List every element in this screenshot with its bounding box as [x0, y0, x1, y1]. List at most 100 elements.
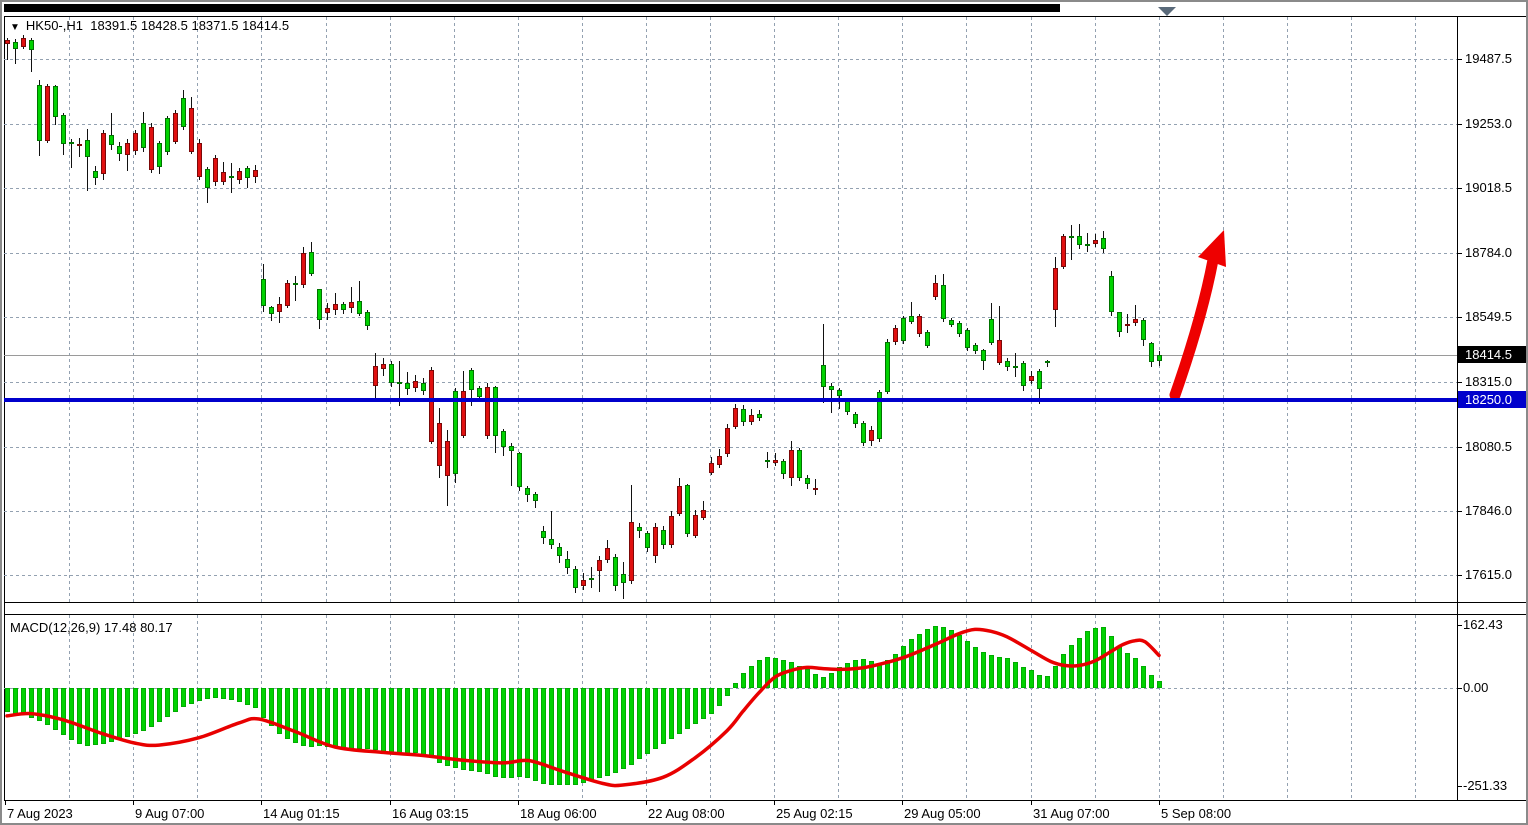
price-axis-label: 19018.5 — [1465, 180, 1512, 195]
main-chart-area[interactable] — [4, 16, 1457, 602]
macd-histogram-bar — [661, 688, 666, 744]
macd-histogram-bar — [469, 688, 474, 771]
macd-indicator-label: MACD(12,26,9) 17.48 80.17 — [10, 620, 173, 635]
candle — [365, 312, 370, 326]
candle — [13, 42, 18, 49]
macd-histogram-bar — [1061, 654, 1066, 688]
macd-histogram-bar — [877, 663, 882, 688]
time-axis-tick — [261, 801, 262, 805]
candle — [309, 252, 314, 275]
symbol-dropdown-icon[interactable]: ▼ — [10, 22, 20, 33]
macd-histogram-bar — [621, 688, 626, 769]
macd-histogram-bar — [725, 688, 730, 696]
macd-axis-label: 0.00 — [1463, 680, 1488, 695]
macd-histogram-bar — [869, 661, 874, 688]
candle — [517, 453, 522, 487]
macd-histogram-bar — [1013, 662, 1018, 688]
history-scrollbar-thumb[interactable] — [4, 4, 1060, 12]
candle — [477, 388, 482, 397]
candle — [549, 539, 554, 545]
candle — [325, 308, 330, 313]
macd-histogram-bar — [21, 688, 26, 715]
macd-histogram-bar — [1093, 628, 1098, 688]
price-axis-label: 18549.5 — [1465, 309, 1512, 324]
macd-histogram-bar — [53, 688, 58, 730]
candle — [485, 387, 490, 437]
macd-histogram-bar — [1005, 658, 1010, 688]
candle — [357, 301, 362, 314]
candle — [1085, 244, 1090, 246]
macd-histogram-bar — [277, 688, 282, 734]
macd-histogram-bar — [845, 663, 850, 688]
macd-histogram-bar — [429, 688, 434, 758]
price-axis-label: 19487.5 — [1465, 51, 1512, 66]
candle — [1005, 361, 1010, 367]
time-axis-tick — [133, 801, 134, 805]
macd-histogram-bar — [1157, 681, 1162, 688]
candle — [1061, 236, 1066, 267]
candle — [813, 488, 818, 490]
candle — [221, 172, 226, 183]
candle — [837, 390, 842, 396]
support-level-badge: 18250.0 — [1458, 391, 1528, 408]
macd-histogram-bar — [453, 688, 458, 768]
macd-histogram-bar — [237, 688, 242, 702]
candle — [1037, 371, 1042, 389]
current-price-badge: 18414.5 — [1458, 346, 1528, 363]
time-axis-tick — [774, 801, 775, 805]
price-axis-tick — [1457, 382, 1462, 383]
candle — [941, 285, 946, 320]
macd-histogram-bar — [925, 629, 930, 688]
time-axis-tick — [518, 801, 519, 805]
candle — [149, 127, 154, 170]
candle — [869, 430, 874, 441]
candle — [53, 86, 58, 117]
macd-histogram-bar — [853, 660, 858, 688]
candle — [821, 365, 826, 388]
candle — [21, 38, 26, 48]
candle — [85, 140, 90, 158]
axis-separator — [1457, 16, 1458, 800]
macd-histogram-bar — [645, 688, 650, 754]
macd-histogram-bar — [389, 688, 394, 754]
chart-shift-marker-icon[interactable] — [1158, 7, 1176, 16]
candle — [421, 383, 426, 391]
candle — [861, 423, 866, 442]
candle — [317, 289, 322, 320]
macd-histogram-bar — [205, 688, 210, 699]
macd-histogram-bar — [45, 688, 50, 725]
macd-histogram-bar — [997, 657, 1002, 688]
candle — [469, 370, 474, 391]
macd-histogram-bar — [1053, 666, 1058, 689]
candle — [293, 283, 298, 285]
candle — [381, 364, 386, 369]
candle — [93, 171, 98, 178]
candle — [205, 169, 210, 188]
candle — [973, 345, 978, 351]
price-axis-tick — [1457, 253, 1462, 254]
macd-histogram-bar — [813, 674, 818, 688]
macd-histogram-bar — [189, 688, 194, 704]
candle — [925, 332, 930, 346]
macd-histogram-bar — [461, 688, 466, 770]
candle — [1069, 236, 1074, 238]
macd-panel-area[interactable] — [4, 614, 1457, 800]
candle — [909, 316, 914, 323]
macd-histogram-bar — [709, 688, 714, 714]
candle — [253, 170, 258, 177]
macd-axis-tick — [1457, 786, 1462, 787]
macd-histogram-bar — [861, 659, 866, 689]
time-axis-label: 29 Aug 05:00 — [904, 806, 981, 821]
macd-histogram-bar — [381, 688, 386, 752]
candle — [893, 328, 898, 342]
macd-histogram-bar — [989, 655, 994, 688]
macd-histogram-bar — [981, 652, 986, 688]
candle — [653, 527, 658, 556]
candle-wick — [295, 276, 296, 301]
macd-histogram-bar — [893, 654, 898, 688]
macd-histogram-bar — [317, 688, 322, 746]
macd-histogram-bar — [125, 688, 130, 737]
macd-histogram-bar — [1085, 631, 1090, 688]
macd-histogram-bar — [245, 688, 250, 705]
macd-histogram-bar — [29, 688, 34, 718]
